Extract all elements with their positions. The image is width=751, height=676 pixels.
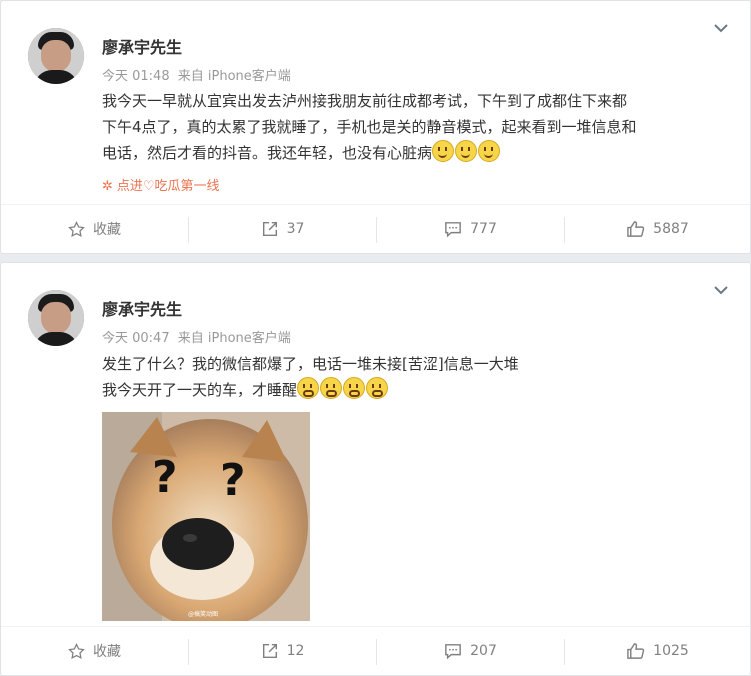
smile-emoji-icon: [320, 377, 343, 399]
post-text-line: 我今天一早就从宜宾出发去泸州接我朋友前往成都考试，下午到了成都住下来都: [102, 92, 628, 110]
post-source[interactable]: 来自 iPhone客户端: [178, 331, 291, 346]
favorite-button[interactable]: 收藏: [1, 627, 188, 675]
share-icon: [262, 643, 277, 659]
chevron-down-icon[interactable]: [714, 23, 728, 35]
smile-emoji-icon: [343, 377, 366, 399]
post-text-line: 发生了什么？我的微信都爆了，电话一堆未接[苦涩]信息一大堆: [102, 355, 519, 373]
repost-button[interactable]: 37: [189, 205, 376, 253]
smile-emoji-icon: [366, 377, 389, 399]
star-icon: [68, 642, 85, 659]
post-text-line: 下午4点了，真的太累了我就睡了，手机也是关的静音模式，起来看到一堆信息和: [102, 118, 637, 136]
post-meta: 今天 00:47 来自 iPhone客户端: [102, 327, 291, 346]
thumbs-up-icon: [627, 221, 645, 237]
svg-text:?: ?: [152, 452, 178, 503]
avatar[interactable]: [28, 28, 84, 84]
post-time[interactable]: 今天 00:47: [102, 331, 170, 346]
comment-icon: [445, 221, 461, 237]
post-text: 我今天一早就从宜宾出发去泸州接我朋友前往成都考试，下午到了成都住下来都 下午4点…: [102, 88, 742, 166]
smile-emoji-icon: [432, 140, 455, 162]
weibo-post-1: 廖承宇先生 今天 01:48 来自 iPhone客户端 我今天一早就从宜宾出发去…: [0, 0, 751, 254]
action-bar: 收藏 37 777 5887: [1, 204, 750, 253]
topic-link[interactable]: ✲ 点进♡吃瓜第一线: [102, 175, 220, 194]
comment-icon: [445, 643, 461, 659]
star-icon: [68, 220, 85, 237]
post-image[interactable]: ? ? @搞笑动图: [102, 412, 310, 621]
smile-emoji-icon: [455, 140, 478, 162]
post-time[interactable]: 今天 01:48: [102, 69, 170, 84]
post-meta: 今天 01:48 来自 iPhone客户端: [102, 65, 291, 84]
chevron-down-icon[interactable]: [714, 285, 728, 297]
action-bar: 收藏 12 207 1025: [1, 626, 750, 675]
repost-button[interactable]: 12: [189, 627, 376, 675]
svg-text:?: ?: [220, 455, 246, 506]
post-text: 发生了什么？我的微信都爆了，电话一堆未接[苦涩]信息一大堆 我今天开了一天的车，…: [102, 351, 742, 403]
smile-emoji-icon: [297, 377, 320, 399]
image-watermark: @搞笑动图: [188, 610, 218, 618]
avatar[interactable]: [28, 290, 84, 346]
favorite-button[interactable]: 收藏: [1, 205, 188, 253]
comment-button[interactable]: 207: [377, 627, 564, 675]
author-name[interactable]: 廖承宇先生: [102, 34, 182, 58]
post-text-line: 我今天开了一天的车，才睡醒: [102, 377, 742, 403]
smile-emoji-icon: [478, 140, 501, 162]
weibo-post-2: 廖承宇先生 今天 00:47 来自 iPhone客户端 发生了什么？我的微信都爆…: [0, 262, 751, 676]
comment-button[interactable]: 777: [377, 205, 564, 253]
post-source[interactable]: 来自 iPhone客户端: [178, 69, 291, 84]
topic-icon: ✲: [102, 179, 113, 194]
like-button[interactable]: 5887: [565, 205, 750, 253]
thumbs-up-icon: [627, 643, 645, 659]
post-text-line: 电话，然后才看的抖音。我还年轻，也没有心脏病: [102, 140, 742, 166]
like-button[interactable]: 1025: [565, 627, 750, 675]
share-icon: [262, 221, 277, 237]
author-name[interactable]: 廖承宇先生: [102, 296, 182, 320]
